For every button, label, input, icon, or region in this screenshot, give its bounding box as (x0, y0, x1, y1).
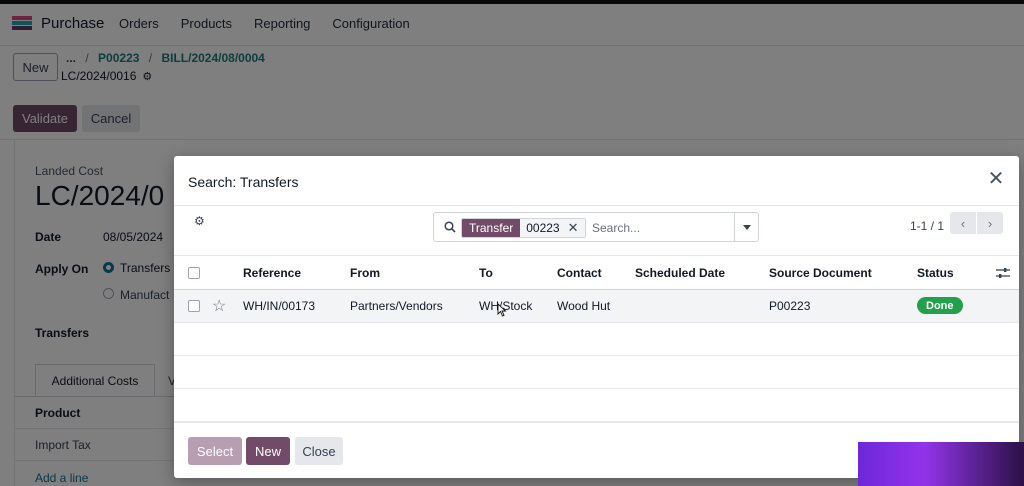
table-row[interactable]: ☆ WH/IN/00173 Partners/Vendors WH/Stock … (174, 290, 1019, 323)
dialog-header: Search: Transfers ✕ (174, 156, 1019, 206)
pager-next-button[interactable]: › (977, 212, 1003, 234)
facet-key: Transfer (462, 219, 521, 237)
empty-row (174, 389, 1019, 422)
close-icon[interactable]: ✕ (987, 169, 1005, 189)
cell-reference: WH/IN/00173 (243, 299, 316, 313)
search-icon (444, 221, 456, 233)
column-from[interactable]: From (350, 266, 380, 280)
facet-value: 00223 (520, 219, 564, 237)
column-to[interactable]: To (479, 266, 493, 280)
column-source-document[interactable]: Source Document (769, 266, 872, 280)
empty-row (174, 323, 1019, 356)
column-status[interactable]: Status (917, 266, 954, 280)
pager-previous-button[interactable]: ‹ (950, 212, 976, 234)
gear-icon[interactable]: ⚙ (194, 214, 205, 228)
select-all-checkbox[interactable] (188, 267, 200, 279)
select-button[interactable]: Select (188, 437, 242, 465)
caret-down-icon (743, 224, 751, 230)
star-icon[interactable]: ☆ (212, 296, 226, 316)
search-options-toggle[interactable] (734, 213, 759, 241)
dialog-title: Search: Transfers (188, 174, 299, 190)
column-reference[interactable]: Reference (243, 266, 301, 280)
close-button[interactable]: Close (295, 437, 343, 465)
cell-contact: Wood Hut (557, 299, 611, 313)
table-header: Reference From To Contact Scheduled Date… (174, 255, 1019, 290)
video-overlay (858, 442, 1024, 486)
search-bar[interactable]: Transfer 00223 ✕ (433, 212, 759, 242)
new-button[interactable]: New (246, 437, 290, 465)
search-input[interactable] (592, 219, 732, 237)
cell-source-document: P00223 (769, 299, 811, 313)
status-badge: Done (917, 297, 963, 314)
search-transfers-dialog: Search: Transfers ✕ ⚙ Transfer 00223 ✕ 1… (174, 156, 1019, 478)
column-contact[interactable]: Contact (557, 266, 602, 280)
empty-row (174, 356, 1019, 389)
column-settings-icon[interactable] (996, 267, 1010, 279)
pager-value[interactable]: 1-1 / 1 (910, 219, 944, 233)
search-facet: Transfer 00223 ✕ (461, 218, 586, 238)
remove-facet-icon[interactable]: ✕ (563, 219, 585, 237)
cell-from: Partners/Vendors (350, 299, 443, 313)
row-checkbox[interactable] (188, 300, 200, 312)
column-scheduled-date[interactable]: Scheduled Date (635, 266, 725, 280)
mouse-pointer-icon (497, 303, 507, 317)
